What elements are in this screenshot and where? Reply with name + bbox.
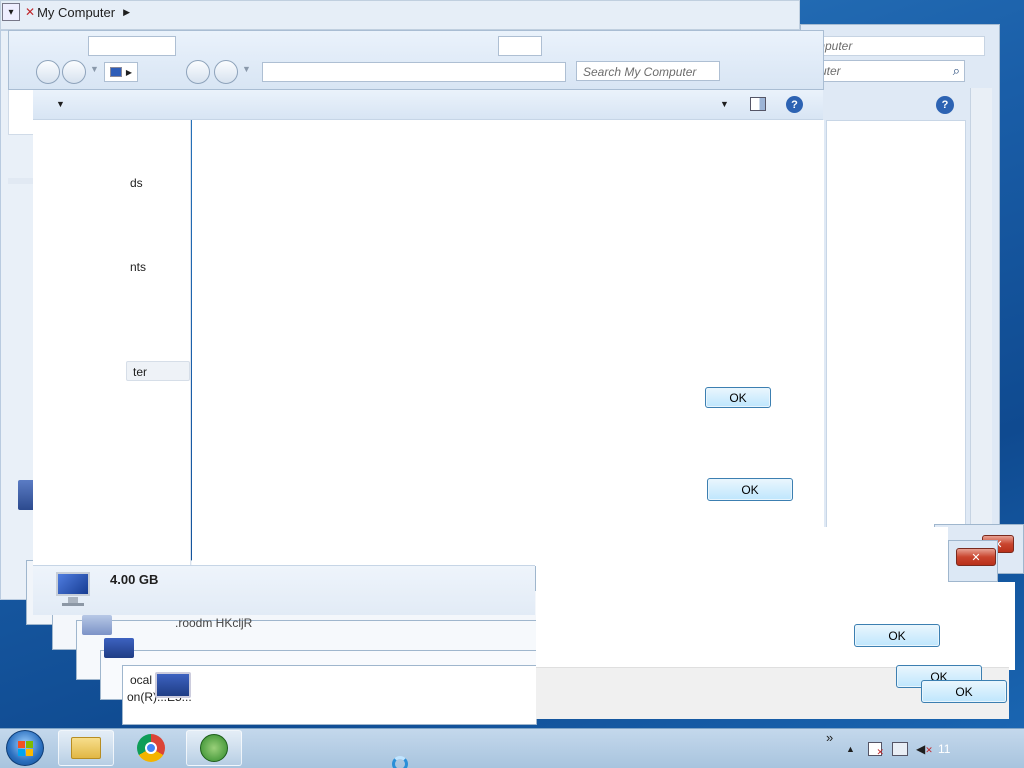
computer-icon <box>109 67 122 77</box>
close-button[interactable]: ✕ <box>956 548 996 566</box>
ghost-line <box>8 178 34 184</box>
nav-item-downloads[interactable]: ds <box>130 176 143 190</box>
computer-icon-large <box>52 572 94 610</box>
ok-button-1[interactable]: OK <box>705 387 771 408</box>
back-button[interactable] <box>36 60 60 84</box>
folder-icon <box>71 737 101 759</box>
breadcrumb[interactable]: ▶ <box>104 62 138 82</box>
monitor-icon-ghost-1 <box>82 615 112 635</box>
start-orb-icon[interactable] <box>6 730 44 766</box>
ok-button-5[interactable]: OK <box>921 680 1007 703</box>
organize-dropdown-icon[interactable]: ▼ <box>56 99 65 109</box>
back-button-2[interactable] <box>186 60 210 84</box>
title-bar: ▾ ✕ My Computer ▶ <box>0 0 780 24</box>
nav-item-documents[interactable]: nts <box>130 260 146 274</box>
preview-pane-icon[interactable] <box>750 97 766 111</box>
dialog-window-body <box>540 582 1015 670</box>
ghost-text-1: .roodm HKcljR <box>175 616 253 630</box>
search-placeholder: Search My Computer <box>583 65 697 79</box>
address-bar-top[interactable] <box>498 36 542 56</box>
address-tab-field[interactable] <box>88 36 176 56</box>
taskbar-explorer-button[interactable] <box>58 730 114 766</box>
details-pane <box>33 565 535 615</box>
app-menu-icon[interactable]: ▾ <box>2 3 20 21</box>
right-content-pane <box>826 120 966 530</box>
nav-item-computer[interactable]: ter <box>126 361 190 381</box>
memory-value: 4.00 GB <box>110 572 159 587</box>
right-search-field[interactable]: uter ⌕ <box>815 60 965 82</box>
chevron-down-icon[interactable]: ▼ <box>90 64 99 74</box>
view-options-icon[interactable]: ▼ <box>720 99 729 109</box>
busy-cursor-icon <box>392 756 408 768</box>
navigation-pane <box>33 120 191 566</box>
ghost-text-2: ocal <box>130 673 153 687</box>
toolbar <box>33 90 823 120</box>
ok-button-3[interactable]: OK <box>854 624 940 647</box>
nav-item-computer-label: ter <box>133 365 148 379</box>
right-scrollbar[interactable] <box>970 88 992 528</box>
breadcrumb-arrow-icon[interactable]: ▶ <box>123 7 130 18</box>
taskbar-media-button[interactable] <box>186 730 242 766</box>
right-help-icon[interactable]: ? <box>936 96 954 114</box>
tray-overflow-icon[interactable]: » <box>826 730 833 745</box>
address-bar[interactable] <box>262 62 566 82</box>
monitor-icon-ghost-2 <box>104 638 134 658</box>
network-icon[interactable] <box>892 742 908 756</box>
search-icon[interactable]: ⌕ <box>953 63 960 79</box>
help-icon[interactable]: ? <box>786 96 803 113</box>
ok-button-2[interactable]: OK <box>707 478 793 501</box>
forward-button[interactable] <box>62 60 86 84</box>
breadcrumb-arrow-icon[interactable]: ▶ <box>126 68 132 77</box>
chrome-icon <box>137 734 165 762</box>
right-address-field[interactable]: mputer <box>810 36 985 56</box>
monitor-icon-ghost-3 <box>155 672 191 698</box>
window-title: My Computer <box>37 4 116 20</box>
show-hidden-icons[interactable]: ▲ <box>846 744 855 754</box>
history-chevron-icon[interactable]: ▼ <box>242 64 251 74</box>
taskbar-chrome-button[interactable] <box>124 730 178 766</box>
search-input[interactable]: Search My Computer <box>576 61 720 81</box>
forward-button-2[interactable] <box>214 60 238 84</box>
action-center-icon[interactable]: ✕ <box>868 742 884 757</box>
clock[interactable]: 11 <box>938 742 950 756</box>
windows-logo-icon <box>200 734 228 762</box>
volume-muted-icon[interactable]: ◀✕ <box>916 742 933 756</box>
error-x-icon: ✕ <box>25 5 36 19</box>
